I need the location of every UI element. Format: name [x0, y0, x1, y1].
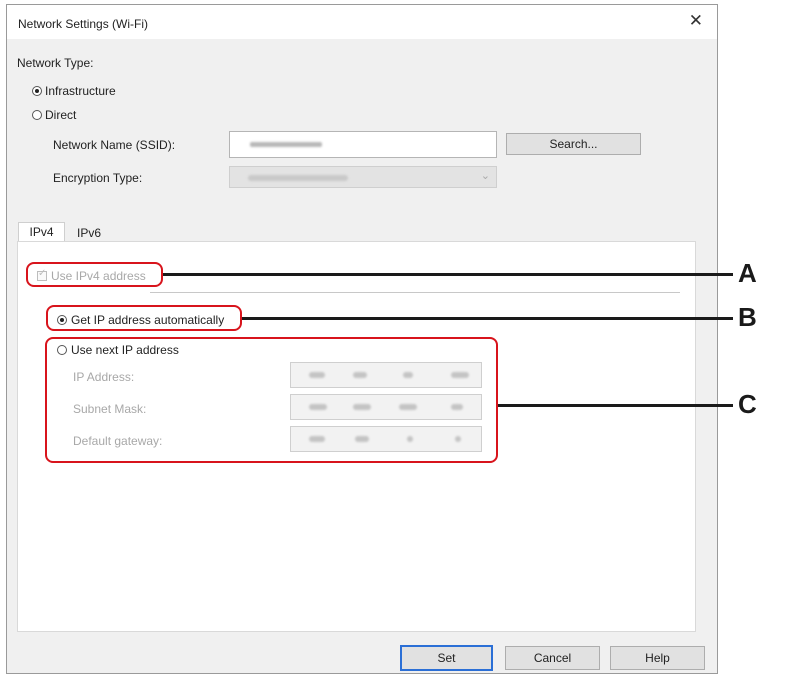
- search-button[interactable]: Search...: [506, 133, 641, 155]
- callout-c-highlight: [45, 337, 498, 463]
- callout-a: A: [738, 258, 757, 288]
- infrastructure-radio[interactable]: [32, 86, 42, 96]
- infrastructure-label: Infrastructure: [45, 84, 116, 98]
- tab-ipv6[interactable]: IPv6: [67, 224, 111, 242]
- encryption-type-select[interactable]: ⌄: [229, 166, 497, 188]
- callout-b-highlight: [46, 305, 242, 331]
- chevron-down-icon: ⌄: [480, 170, 490, 182]
- direct-radio[interactable]: [32, 110, 42, 120]
- callout-b-leader: [242, 317, 733, 320]
- callout-c-leader: [498, 404, 733, 407]
- direct-label: Direct: [45, 108, 77, 122]
- tab-ipv4[interactable]: IPv4: [18, 222, 65, 242]
- section-divider: [150, 292, 680, 293]
- help-button[interactable]: Help: [610, 646, 705, 670]
- set-button[interactable]: Set: [400, 645, 493, 671]
- cancel-button[interactable]: Cancel: [505, 646, 600, 670]
- ssid-label: Network Name (SSID):: [53, 138, 176, 152]
- callout-c: C: [738, 389, 757, 419]
- title-bar: Network Settings (Wi-Fi) ✕: [7, 5, 717, 39]
- ssid-input[interactable]: [229, 131, 497, 158]
- close-icon[interactable]: ✕: [689, 11, 703, 31]
- callout-a-highlight: [26, 262, 163, 287]
- callout-a-leader: [163, 273, 733, 276]
- encryption-type-label: Encryption Type:: [53, 171, 143, 185]
- callout-b: B: [738, 302, 757, 332]
- network-type-label: Network Type:: [17, 56, 94, 70]
- window-title: Network Settings (Wi-Fi): [18, 17, 149, 31]
